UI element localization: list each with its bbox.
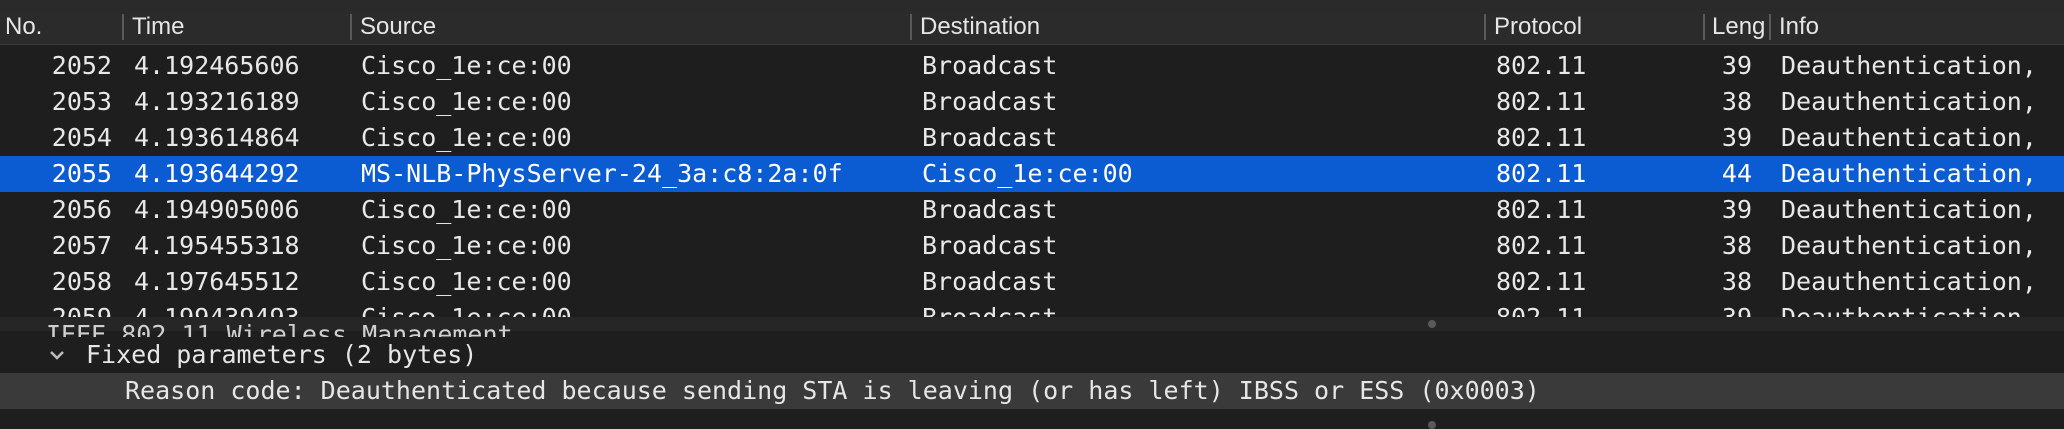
packet-time: 4.197645512 [134, 267, 300, 296]
packet-source: Cisco_1e:ce:00 [361, 231, 572, 260]
column-header-source[interactable]: Source [360, 10, 900, 44]
column-resize-handle[interactable] [1484, 14, 1486, 40]
column-resize-handle[interactable] [350, 14, 352, 40]
packet-time: 4.192465606 [134, 51, 300, 80]
packet-number: 2057 [51, 231, 112, 260]
packet-number: 2059 [0, 300, 112, 317]
chevron-down-icon[interactable] [46, 337, 68, 373]
packet-details-pane: IEEE 802.11 Wireless Management Fixed pa… [0, 320, 2064, 428]
packet-source: Cisco_1e:ce:00 [361, 195, 572, 224]
packet-length: 39 [1721, 51, 1752, 80]
packet-info: Deauthentication, [1781, 300, 2064, 317]
packet-row[interactable]: 2059 4.199439493 Cisco_1e:ce:00 Broadcas… [0, 300, 2064, 317]
column-resize-handle[interactable] [910, 14, 912, 40]
packet-time: 4.193614864 [134, 123, 300, 152]
packet-source: Cisco_1e:ce:00 [361, 123, 572, 152]
packet-source: Cisco_1e:ce:00 [361, 51, 572, 80]
packet-destination: Cisco_1e:ce:00 [922, 159, 1133, 188]
tree-item-label: Reason code: Deauthenticated because sen… [125, 376, 1540, 405]
column-header-info[interactable]: Info [1779, 10, 1979, 44]
packet-source: Cisco_1e:ce:00 [361, 267, 572, 296]
packet-time: 4.193216189 [134, 87, 300, 116]
packet-length: 38 [1721, 267, 1752, 296]
packet-protocol: 802.11 [1496, 231, 1587, 260]
packet-protocol: 802.11 [1496, 87, 1587, 116]
packet-protocol: 802.11 [1496, 267, 1587, 296]
tree-item-label: Fixed parameters (2 bytes) [86, 340, 478, 369]
column-resize-handle[interactable] [1769, 14, 1771, 40]
packet-info: Deauthentication, [1781, 267, 2037, 296]
packet-number: 2056 [51, 195, 112, 224]
packet-source: MS-NLB-PhysServer-24_3a:c8:2a:0f [361, 159, 843, 188]
packet-number: 2053 [51, 87, 112, 116]
packet-info: Deauthentication, [1781, 159, 2037, 188]
tree-item-fixed-parameters[interactable]: Fixed parameters (2 bytes) [0, 337, 2064, 373]
packet-number: 2052 [51, 51, 112, 80]
packet-row[interactable]: 2057 4.195455318 Cisco_1e:ce:00 Broadcas… [0, 228, 2064, 264]
packet-source: Cisco_1e:ce:00 [361, 300, 901, 317]
packet-time: 4.193644292 [134, 159, 300, 188]
packet-info: Deauthentication, [1781, 195, 2037, 224]
packet-protocol: 802.11 [1496, 123, 1587, 152]
packet-length: 39 [1721, 123, 1752, 152]
packet-protocol: 802.11 [1496, 51, 1587, 80]
packet-length: 39 [1721, 195, 1752, 224]
packet-time: 4.199439493 [134, 300, 354, 317]
packet-number: 2058 [51, 267, 112, 296]
packet-info: Deauthentication, [1781, 87, 2037, 116]
packet-destination: Broadcast [922, 51, 1058, 80]
packet-destination: Broadcast [922, 267, 1058, 296]
packet-list-header: No. Time Source Destination Protocol Len… [0, 10, 2064, 45]
packet-destination: Broadcast [922, 300, 1482, 317]
packet-list: 2052 4.192465606 Cisco_1e:ce:00 Broadcas… [0, 45, 2064, 317]
packet-protocol: 802.11 [1496, 195, 1587, 224]
column-header-no[interactable]: No. [5, 10, 117, 44]
packet-time: 4.195455318 [134, 231, 300, 260]
packet-protocol: 802.11 [1496, 300, 1696, 317]
column-header-length[interactable]: Leng [1712, 10, 1766, 44]
packet-source: Cisco_1e:ce:00 [361, 87, 572, 116]
column-header-protocol[interactable]: Protocol [1494, 10, 1694, 44]
packet-destination: Broadcast [922, 195, 1058, 224]
packet-info: Deauthentication, [1781, 123, 2037, 152]
tree-item-wireless-management[interactable]: IEEE 802.11 Wireless Management [0, 317, 2064, 337]
packet-info: Deauthentication, [1781, 231, 2037, 260]
column-resize-handle[interactable] [122, 14, 124, 40]
packet-length: 39 [1700, 300, 1752, 317]
packet-number: 2055 [51, 159, 112, 188]
column-header-time[interactable]: Time [132, 10, 352, 44]
packet-length: 44 [1721, 159, 1752, 188]
column-header-destination[interactable]: Destination [920, 10, 1480, 44]
packet-row[interactable]: 2052 4.192465606 Cisco_1e:ce:00 Broadcas… [0, 48, 2064, 84]
packet-destination: Broadcast [922, 231, 1058, 260]
packet-destination: Broadcast [922, 87, 1058, 116]
packet-length: 38 [1721, 231, 1752, 260]
packet-row[interactable]: 2053 4.193216189 Cisco_1e:ce:00 Broadcas… [0, 84, 2064, 120]
tree-item-label: IEEE 802.11 Wireless Management [46, 320, 513, 337]
packet-row-selected[interactable]: 2055 4.193644292 MS-NLB-PhysServer-24_3a… [0, 156, 2064, 192]
packet-length: 38 [1721, 87, 1752, 116]
packet-time: 4.194905006 [134, 195, 300, 224]
packet-row[interactable]: 2054 4.193614864 Cisco_1e:ce:00 Broadcas… [0, 120, 2064, 156]
column-resize-handle[interactable] [1703, 14, 1705, 40]
packet-destination: Broadcast [922, 123, 1058, 152]
tree-item-reason-code[interactable]: Reason code: Deauthenticated because sen… [0, 373, 2064, 409]
packet-info: Deauthentication, [1781, 51, 2037, 80]
packet-number: 2054 [51, 123, 112, 152]
packet-protocol: 802.11 [1496, 159, 1587, 188]
packet-row[interactable]: 2058 4.197645512 Cisco_1e:ce:00 Broadcas… [0, 264, 2064, 300]
packet-row[interactable]: 2056 4.194905006 Cisco_1e:ce:00 Broadcas… [0, 192, 2064, 228]
